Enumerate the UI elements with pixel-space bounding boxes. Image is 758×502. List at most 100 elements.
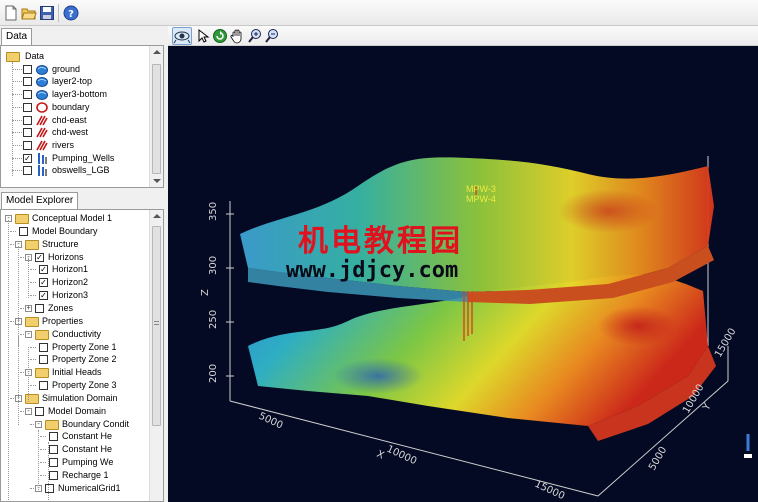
model-item-label: Property Zone 1 [52,341,117,352]
well-label: MPW-3 [466,184,496,194]
data-item-label: chd-east [52,114,87,125]
folder-icon [25,316,39,327]
model-item-checkbox[interactable] [39,342,48,352]
open-folder-icon[interactable] [21,5,37,21]
data-item-checkbox[interactable] [23,128,32,138]
model-item-label: Horizon2 [52,277,89,288]
save-icon[interactable] [39,5,55,21]
new-file-icon[interactable] [3,5,19,21]
data-item-checkbox[interactable]: ✓ [23,153,32,163]
folder-icon [15,214,29,224]
data-item-checkbox[interactable] [23,64,32,74]
model-item-label: Conductivity [52,328,102,339]
model-item-label: Property Zone 2 [52,354,117,365]
orientation-triad [744,434,752,458]
surface-icon [36,90,48,101]
data-item-label: layer2-top [52,76,93,87]
surface-icon [36,64,48,75]
data-item-checkbox[interactable] [23,115,32,125]
rotate-icon[interactable] [212,28,228,44]
model-item-checkbox[interactable] [35,303,44,313]
model-item-checkbox[interactable] [49,458,58,468]
model-item-checkbox[interactable] [45,483,54,493]
model-explorer-tab[interactable]: Model Explorer [1,192,79,209]
model-item-checkbox[interactable] [35,406,44,416]
data-item-checkbox[interactable] [23,102,32,112]
data-panel: Data Data ground layer2-top layer3-bottom bo… [0,28,166,188]
z-tick-label: 300 [208,256,219,275]
model-item-checkbox[interactable]: ✓ [39,278,48,288]
tree-expander-icon[interactable]: - [35,420,42,428]
model-item-checkbox[interactable] [49,471,58,480]
data-item-label: rivers [52,139,74,150]
model-item-label: Horizons [48,251,84,262]
data-item-checkbox[interactable] [23,140,32,150]
folder-icon [35,368,49,379]
model-item-label: Boundary Condit [62,418,130,429]
z-tick-label: 250 [208,310,219,329]
model-item-label: Zones [48,302,74,313]
model-item-label: Recharge 1 [62,470,109,480]
model-item-label: NumericalGrid1 [58,482,121,493]
model-item-label: Structure [42,238,79,249]
data-tree-box: Data ground layer2-top layer3-bottom boundar… [0,45,164,188]
model-tree-scrollbar[interactable] [149,210,163,501]
data-item-label: Pumping_Wells [52,152,115,163]
watermark-url: www.jdjcy.com [286,258,459,283]
data-tree: Data ground layer2-top layer3-bottom boundar… [1,46,149,187]
zoom-in-icon[interactable] [247,28,263,44]
model-item-checkbox[interactable]: ✓ [39,265,48,275]
folder-icon [35,329,49,340]
model-item-label: Conceptual Model 1 [32,213,113,223]
model-item-checkbox[interactable] [19,226,28,236]
svg-text:?: ? [68,9,74,20]
pan-hand-icon[interactable] [229,28,245,44]
data-item-checkbox[interactable] [23,77,32,87]
model-item-checkbox[interactable] [39,355,48,365]
data-item-label: layer3-bottom [52,89,108,100]
data-item-label: boundary [52,101,90,112]
model-item-checkbox[interactable] [49,445,58,455]
model-item-checkbox[interactable]: ✓ [35,252,44,262]
model-item-label: Constant He [62,431,113,442]
watermark-cn: 机电教程园 [298,224,463,259]
model-item-label: Initial Heads [52,367,102,378]
data-item-checkbox[interactable] [23,166,32,176]
data-item-label: chd-west [52,127,89,138]
model-item-checkbox[interactable]: ✓ [39,291,48,301]
tree-expander-icon[interactable]: - [25,330,32,338]
help-icon[interactable]: ? [63,5,79,21]
3d-scene: 350 300 250 200 Z 5000 10000 15000 X 500… [200,156,752,502]
model-item-label: Model Domain [48,405,107,416]
data-item-checkbox[interactable] [23,90,32,100]
surface-icon [36,77,48,88]
x-tick-label: 15000 [533,479,566,502]
eye-view-icon[interactable] [172,27,192,45]
well-label: MPW-4 [466,194,496,204]
pointer-icon[interactable] [195,28,211,44]
wells-icon [38,165,47,177]
z-tick-label: 350 [208,202,219,221]
model-item-label: Property Zone 3 [52,380,117,391]
y-tick-label: 15000 [713,326,738,359]
model-item-checkbox[interactable] [49,432,58,442]
model-item-label: Properties [42,315,84,326]
3d-viewport[interactable]: 350 300 250 200 Z 5000 10000 15000 X 500… [168,46,758,502]
z-axis-label: Z [200,289,211,296]
model-tree-box: - Conceptual Model 1 Model Boundary - Struct… [0,209,164,502]
zoom-out-icon[interactable] [264,28,280,44]
wells-icon [38,152,47,164]
data-root-label: Data [25,51,45,61]
polyline-icon [36,115,48,125]
view-toolbar [168,26,758,46]
tree-expander-icon[interactable]: - [25,407,32,415]
tree-expander-icon[interactable]: + [25,304,32,312]
main-toolbar: ? [0,0,758,26]
data-item-label: ground [52,63,81,74]
model-item-checkbox[interactable] [39,381,48,391]
model-item-label: Constant He [62,444,113,455]
y-axis-label: Y [701,401,715,413]
folder-icon [25,239,39,250]
data-tab[interactable]: Data [1,28,33,45]
data-tree-scrollbar[interactable] [149,46,163,187]
